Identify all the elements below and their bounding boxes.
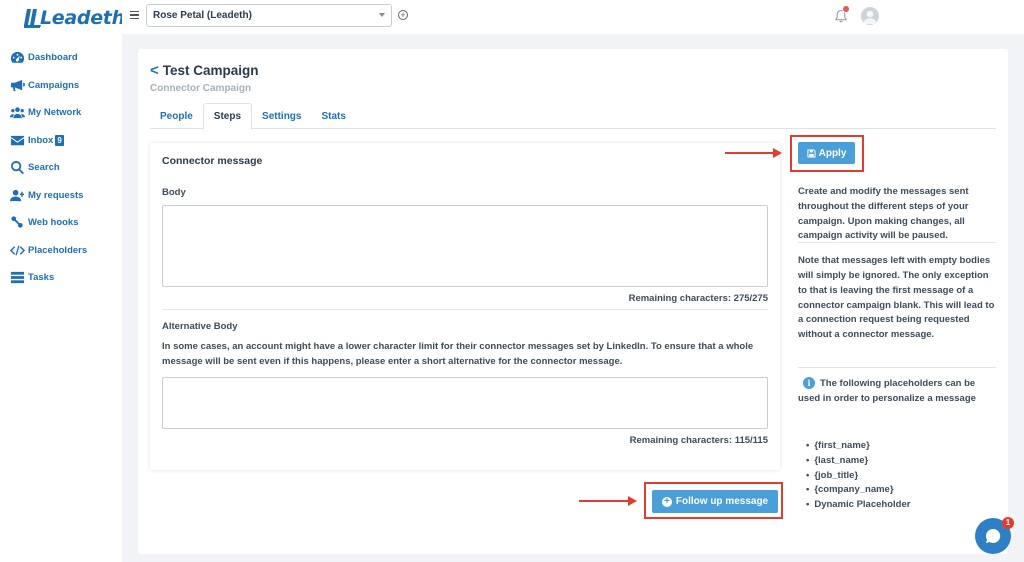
page-title: Test Campaign	[162, 63, 259, 78]
alt-body-label: Alternative Body	[162, 321, 238, 332]
follow-up-message-button[interactable]: + Follow up message	[652, 490, 778, 513]
alt-remaining-characters: Remaining characters: 115/115	[629, 435, 768, 446]
sidebar-item-dashboard[interactable]: Dashboard	[0, 44, 122, 72]
megaphone-icon	[9, 77, 25, 93]
sidebar-item-label: Inbox	[28, 134, 54, 146]
sidebar-item-label: My requests	[28, 189, 84, 201]
plus-circle-icon: +	[661, 496, 672, 507]
chevron-down-icon	[379, 13, 385, 17]
search-icon	[9, 160, 25, 176]
sidebar-item-label: Search	[28, 162, 60, 174]
sidebar-item-my-requests[interactable]: My requests	[0, 182, 122, 210]
inbox-count-badge: 9	[55, 134, 64, 146]
chat-bubble-icon	[986, 528, 1001, 543]
sidebar-item-label: Campaigns	[28, 79, 80, 91]
campaign-type: Connector Campaign	[150, 83, 252, 94]
sidebar: Leadeth Dashboard Campaigns My Network I…	[0, 0, 125, 562]
placeholders-intro-text: The following placeholders can be used i…	[798, 378, 976, 404]
placeholder-list: {first_name} {last_name} {job_title} {co…	[806, 439, 910, 513]
chat-unread-badge: 1	[1002, 517, 1014, 529]
sidebar-item-label: Web hooks	[28, 217, 79, 229]
tab-people[interactable]: People	[150, 103, 203, 129]
sidebar-item-my-network[interactable]: My Network	[0, 99, 122, 127]
sidebar-item-search[interactable]: Search	[0, 154, 122, 182]
tab-steps[interactable]: Steps	[202, 103, 253, 130]
sidebar-item-placeholders[interactable]: Placeholders	[0, 237, 122, 265]
user-plus-icon	[9, 187, 25, 203]
alt-body-description: In some cases, an account might have a l…	[162, 341, 754, 367]
sidebar-item-inbox[interactable]: Inbox 9	[0, 127, 122, 155]
list-item: Dynamic Placeholder	[806, 498, 910, 513]
users-icon	[9, 105, 25, 121]
divider	[798, 242, 996, 243]
top-bar: Rose Petal (Leadeth) +	[122, 0, 1024, 34]
connector-message-panel: Connector message Body Remaining charact…	[150, 143, 780, 470]
save-icon	[807, 148, 816, 158]
alt-body-textarea[interactable]	[162, 377, 768, 429]
apply-button[interactable]: Apply	[798, 142, 855, 164]
follow-up-label: Follow up message	[675, 496, 769, 507]
body-textarea[interactable]	[162, 205, 768, 287]
info-icon: i	[803, 377, 815, 390]
campaign-card: < Test Campaign Connector Campaign Peopl…	[138, 49, 1008, 554]
sidebar-item-label: Dashboard	[28, 52, 78, 64]
chevron-left-icon: <	[150, 62, 159, 79]
sidebar-item-web-hooks[interactable]: Web hooks	[0, 209, 122, 237]
sidebar-nav: Dashboard Campaigns My Network Inbox 9 S…	[0, 44, 122, 292]
logo[interactable]: Leadeth	[24, 6, 125, 30]
sidebar-item-label: Tasks	[28, 272, 55, 284]
notification-dot	[842, 5, 850, 13]
body-label: Body	[162, 187, 186, 198]
list-item: {company_name}	[806, 483, 910, 498]
tab-stats[interactable]: Stats	[311, 103, 355, 129]
code-icon	[9, 242, 25, 258]
sidebar-item-tasks[interactable]: Tasks	[0, 264, 122, 292]
avatar[interactable]	[861, 7, 879, 25]
sidebar-item-label: My Network	[28, 107, 82, 119]
tasks-icon	[9, 270, 25, 286]
sidebar-item-label: Placeholders	[28, 244, 88, 256]
tab-bar: People Steps Settings Stats	[150, 103, 996, 130]
user-avatar-icon	[863, 10, 877, 24]
divider	[798, 367, 996, 368]
body-remaining-characters: Remaining characters: 275/275	[628, 293, 768, 304]
help-paragraph: Create and modify the messages sent thro…	[798, 186, 969, 242]
arrow-to-apply	[725, 148, 782, 158]
dashboard-icon	[9, 50, 25, 66]
menu-toggle-icon[interactable]	[130, 11, 139, 19]
back-link[interactable]: < Test Campaign	[150, 62, 259, 79]
account-select-value: Rose Petal (Leadeth)	[153, 10, 252, 21]
logo-text: Leadeth	[40, 7, 125, 29]
arrow-to-follow-up	[579, 496, 637, 506]
tab-settings[interactable]: Settings	[252, 103, 311, 129]
account-select[interactable]: Rose Petal (Leadeth)	[146, 4, 392, 27]
sidebar-item-campaigns[interactable]: Campaigns	[0, 72, 122, 100]
list-item: {last_name}	[806, 454, 910, 469]
panel-title: Connector message	[162, 155, 263, 167]
divider	[162, 309, 768, 310]
steps-help: Create and modify the messages sent thro…	[798, 185, 996, 353]
list-item: {job_title}	[806, 469, 910, 484]
apply-label: Apply	[818, 147, 847, 159]
help-paragraph: Note that messages left with empty bodie…	[798, 255, 995, 341]
webhook-icon	[9, 215, 25, 231]
placeholders-intro: i The following placeholders can be used …	[798, 377, 996, 407]
list-item: {first_name}	[806, 439, 910, 454]
add-account-icon[interactable]: +	[398, 10, 408, 20]
envelope-icon	[9, 132, 25, 148]
